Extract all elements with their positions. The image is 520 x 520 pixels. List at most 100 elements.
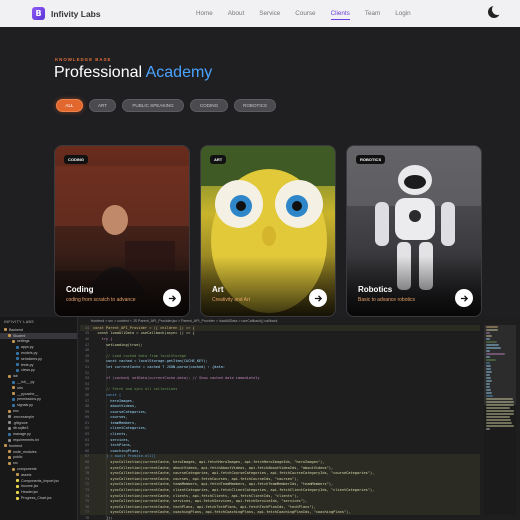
tree-item-label: Student	[13, 333, 26, 338]
nav-item-course[interactable]: Course	[295, 10, 315, 17]
folder-icon	[12, 339, 15, 343]
file-tree: Backend Student settings apps.py models.py se…	[0, 327, 77, 501]
minimap-line	[486, 335, 492, 337]
minimap-line	[486, 371, 492, 373]
code-text: teamMembers,	[93, 420, 137, 425]
code-text: setLoading(true);	[93, 342, 143, 347]
tree-item-label: Income.jsx	[21, 484, 39, 489]
tree-item-label: .env.example	[13, 414, 35, 419]
code-pane[interactable]: frontend > src > context > JS Parent_API…	[80, 317, 480, 520]
filter-robotics[interactable]: ROBOTICS	[234, 99, 276, 112]
file-icon	[16, 363, 19, 367]
nav-item-login[interactable]: Login	[395, 10, 410, 17]
minimap-line	[486, 413, 514, 415]
folder-icon	[4, 328, 7, 332]
file-icon	[16, 484, 19, 488]
minimap-line	[486, 341, 497, 343]
code-text: techPlans,	[93, 443, 132, 448]
line-number: 46	[85, 336, 89, 341]
tree-item-label: node_modules	[13, 449, 37, 454]
line-number: 74	[85, 493, 89, 498]
line-number: 44	[85, 325, 89, 330]
line-number: 47	[85, 342, 89, 347]
card-subtitle: Creativity and Art	[212, 297, 251, 303]
card-open-button[interactable]	[309, 289, 327, 307]
minimap-line	[486, 383, 490, 385]
code-text: clientCategories,	[93, 426, 148, 431]
course-card-coding[interactable]: CODING Coding coding from scratch to adv…	[54, 145, 190, 317]
tree-item[interactable]: Progress_Chart.jsx	[0, 495, 77, 501]
file-icon	[12, 380, 15, 384]
code-text: aboutVideos,	[93, 404, 137, 409]
file-icon	[16, 490, 19, 494]
code-text: syncCollection(currentCache, heroImages,…	[93, 460, 325, 465]
tree-item-label: src	[13, 461, 18, 466]
minimap-line	[486, 356, 490, 358]
code-text: const [	[93, 392, 122, 397]
file-icon	[8, 438, 11, 442]
category-filters: ALL ART PUBLIC SPEAKING CODING ROBOTICS	[56, 99, 282, 112]
file-icon	[8, 415, 11, 419]
line-number: 63	[85, 432, 89, 437]
course-card-robotics[interactable]: ROBOTICS Robotics Basic to advance robot…	[346, 145, 482, 317]
filter-public-speaking[interactable]: PUBLIC SPEAKING	[122, 99, 184, 112]
line-number: 54	[85, 381, 89, 386]
code-text: syncCollection(currentCache, aboutVideos…	[93, 465, 334, 470]
minimap-line	[486, 425, 514, 427]
minimap-line	[486, 377, 491, 379]
top-navbar: B Infivity Labs Home About Service Cours…	[0, 0, 520, 27]
tree-item-label: tests.py	[21, 362, 34, 367]
minimap-line	[486, 353, 505, 355]
line-number: 60	[85, 415, 89, 420]
code-line[interactable]: 78 ]);	[80, 515, 480, 520]
line-number: 52	[85, 370, 89, 375]
card-subtitle: coding from scratch to advance	[66, 297, 136, 303]
minimap-line	[486, 389, 491, 391]
filter-all[interactable]: ALL	[56, 99, 83, 112]
course-card-art[interactable]: ART Art Creativity and Art	[200, 145, 336, 317]
tree-item-label: requirements.txt	[13, 438, 39, 443]
card-tag: ART	[210, 155, 227, 164]
minimap-line	[486, 395, 493, 397]
line-number: 58	[85, 404, 89, 409]
card-open-button[interactable]	[455, 289, 473, 307]
code-text: syncCollection(currentCache, clientCateg…	[93, 488, 375, 493]
line-number: 77	[85, 510, 89, 515]
minimap-line	[486, 416, 510, 418]
folder-icon	[8, 374, 11, 378]
file-icon	[12, 397, 15, 401]
card-tag: CODING	[64, 155, 88, 164]
minimap-line	[486, 419, 511, 421]
nav-item-service[interactable]: Service	[259, 10, 280, 17]
file-icon	[16, 496, 19, 500]
tree-item-label: permissions.py	[17, 397, 41, 402]
minimap-line	[486, 398, 513, 400]
moon-icon[interactable]	[488, 4, 503, 18]
file-icon	[16, 351, 19, 355]
nav-item-about[interactable]: About	[228, 10, 244, 17]
nav-item-home[interactable]: Home	[196, 10, 213, 17]
line-number: 49	[85, 353, 89, 358]
minimap-line	[486, 410, 514, 412]
tree-item-label: public	[13, 455, 23, 460]
breadcrumb[interactable]: frontend > src > context > JS Parent_API…	[80, 317, 480, 325]
folder-icon	[4, 444, 7, 448]
code-text: const cached = localStorage.getItem(CACH…	[93, 359, 208, 364]
card-open-button[interactable]	[163, 289, 181, 307]
explorer-title: INFIVITY LABS	[4, 320, 35, 324]
line-number: 65	[85, 443, 89, 448]
nav-item-clients[interactable]: Clients	[330, 10, 351, 20]
folder-icon	[12, 467, 15, 471]
tree-item-label: urls	[17, 385, 23, 390]
line-number: 57	[85, 398, 89, 403]
file-icon	[16, 357, 19, 361]
minimap[interactable]	[484, 325, 516, 515]
filter-art[interactable]: ART	[89, 99, 116, 112]
nav-item-team[interactable]: Team	[365, 10, 380, 17]
tree-item-label: db.sqlite3	[13, 426, 29, 431]
tree-item-label: lab	[13, 374, 18, 379]
brand[interactable]: B Infivity Labs	[32, 7, 101, 20]
minimap-line	[486, 422, 512, 424]
filter-coding[interactable]: CODING	[190, 99, 228, 112]
folder-icon	[8, 450, 11, 454]
